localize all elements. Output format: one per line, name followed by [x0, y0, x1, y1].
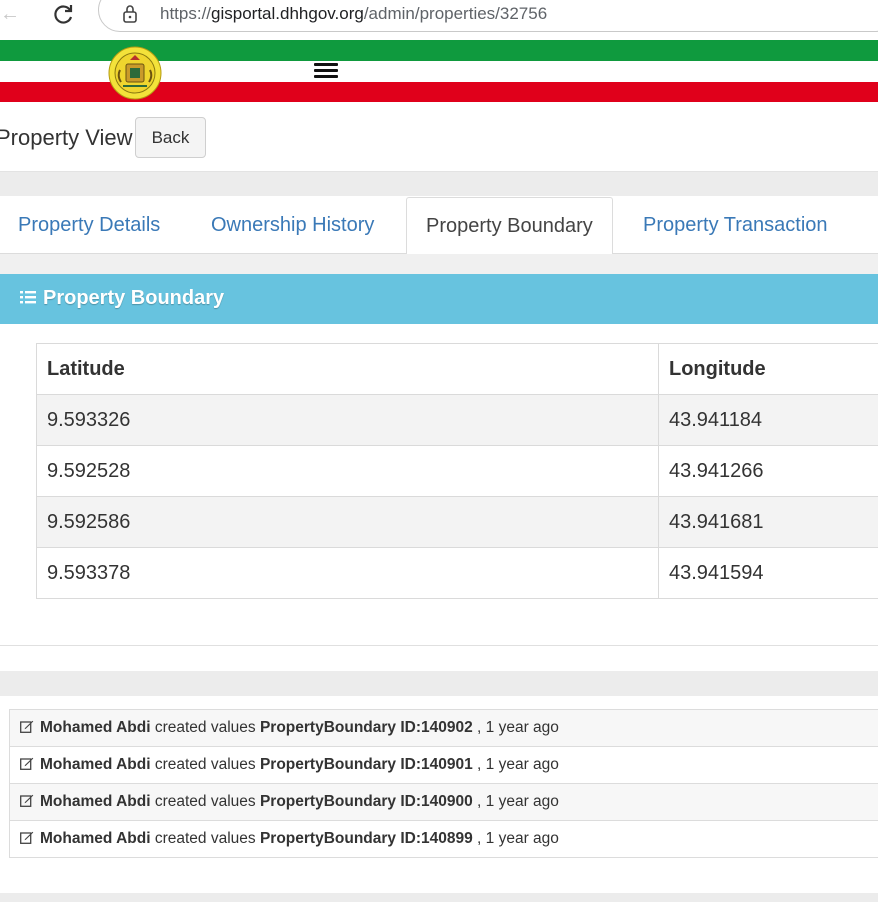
activity-target: PropertyBoundary ID:140899 — [259, 830, 473, 847]
tab-property-details[interactable]: Property Details — [18, 196, 160, 254]
panel-title: Property Boundary — [43, 287, 225, 309]
lock-icon[interactable] — [120, 3, 140, 25]
back-button[interactable]: Back — [135, 117, 206, 158]
activity-item: Mohamed Abdi created values PropertyBoun… — [10, 710, 878, 747]
activity-action: created values — [154, 793, 256, 810]
activity-time: , 1 year ago — [477, 756, 559, 773]
edit-icon — [20, 794, 34, 807]
reload-icon[interactable] — [50, 2, 76, 28]
hamburger-line — [314, 75, 338, 78]
tabs-bar: Property Details Ownership History Prope… — [0, 196, 878, 256]
table-header-row: Latitude Longitude — [36, 343, 878, 395]
column-header-latitude: Latitude — [36, 343, 659, 395]
emblem-logo[interactable] — [108, 46, 162, 100]
activity-time: , 1 year ago — [477, 830, 559, 847]
activity-target: PropertyBoundary ID:140902 — [259, 719, 473, 736]
activity-action: created values — [154, 756, 256, 773]
activity-time: , 1 year ago — [477, 793, 559, 810]
section-divider — [0, 893, 878, 902]
table-row: 9.592586 43.941681 — [36, 496, 878, 548]
site-header — [0, 38, 878, 102]
activity-user: Mohamed Abdi — [40, 756, 151, 773]
activity-time: , 1 year ago — [477, 719, 559, 736]
longitude-cell: 43.941594 — [658, 547, 878, 599]
activity-target: PropertyBoundary ID:140900 — [259, 793, 473, 810]
latitude-cell: 9.593326 — [36, 394, 659, 446]
url-path: /admin/properties/32756 — [363, 4, 548, 23]
back-arrow-icon[interactable]: ← — [0, 4, 22, 24]
activity-action: created values — [154, 830, 256, 847]
tab-ownership-history[interactable]: Ownership History — [211, 196, 374, 254]
page-title: Property View — [0, 125, 133, 150]
panel-header: Property Boundary — [0, 274, 878, 324]
longitude-cell: 43.941266 — [658, 445, 878, 497]
page-heading: Property View Back — [0, 102, 878, 172]
table-row: 9.593378 43.941594 — [36, 547, 878, 599]
section-divider — [0, 254, 878, 274]
list-icon — [20, 291, 36, 304]
hamburger-menu-icon[interactable] — [314, 63, 338, 79]
panel-body: Latitude Longitude 9.593326 43.941184 9.… — [0, 324, 878, 646]
longitude-cell: 43.941681 — [658, 496, 878, 548]
activity-target: PropertyBoundary ID:140901 — [259, 756, 473, 773]
edit-icon — [20, 757, 34, 770]
table-row: 9.593326 43.941184 — [36, 394, 878, 446]
latitude-cell: 9.592586 — [36, 496, 659, 548]
section-divider — [0, 671, 878, 696]
activity-item: Mohamed Abdi created values PropertyBoun… — [10, 821, 878, 858]
tab-property-transaction[interactable]: Property Transaction — [643, 196, 828, 254]
activity-user: Mohamed Abdi — [40, 830, 151, 847]
table-row: 9.592528 43.941266 — [36, 445, 878, 497]
tab-property-boundary[interactable]: Property Boundary — [406, 197, 613, 256]
boundary-table: Latitude Longitude 9.593326 43.941184 9.… — [36, 343, 878, 599]
activity-item: Mohamed Abdi created values PropertyBoun… — [10, 784, 878, 821]
browser-address-bar: ← https://gisportal.dhhgov.org/admin/pro… — [0, 0, 878, 38]
hamburger-line — [314, 63, 338, 66]
longitude-cell: 43.941184 — [658, 394, 878, 446]
edit-icon — [20, 831, 34, 844]
url-text[interactable]: https://gisportal.dhhgov.org/admin/prope… — [160, 4, 547, 24]
column-header-longitude: Longitude — [658, 343, 878, 395]
activity-user: Mohamed Abdi — [40, 793, 151, 810]
hamburger-line — [314, 69, 338, 72]
section-divider — [0, 172, 878, 196]
activity-user: Mohamed Abdi — [40, 719, 151, 736]
latitude-cell: 9.592528 — [36, 445, 659, 497]
url-prefix: https:// — [160, 4, 212, 23]
activity-action: created values — [154, 719, 256, 736]
activity-item: Mohamed Abdi created values PropertyBoun… — [10, 747, 878, 784]
latitude-cell: 9.593378 — [36, 547, 659, 599]
activity-log: Mohamed Abdi created values PropertyBoun… — [9, 709, 878, 858]
edit-icon — [20, 720, 34, 733]
url-host: gisportal.dhhgov.org — [211, 4, 364, 23]
